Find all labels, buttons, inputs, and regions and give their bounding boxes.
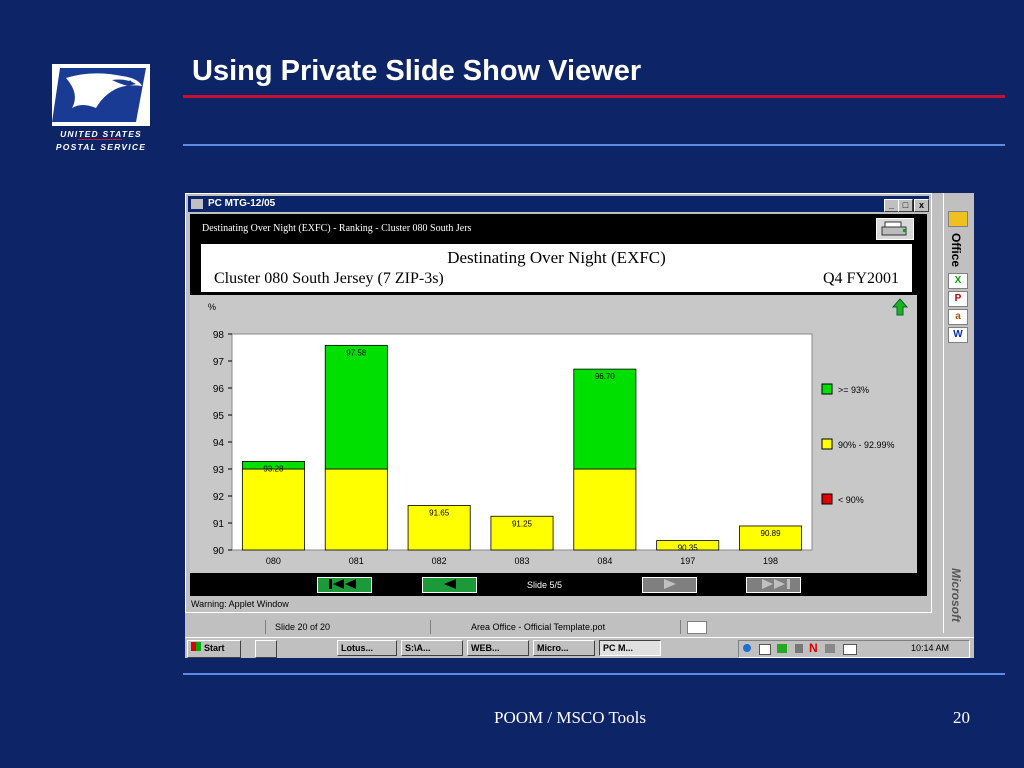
- x-tick-label: 198: [763, 556, 778, 566]
- logo-text-line2: POSTAL SERVICE: [55, 142, 147, 152]
- tray-clock[interactable]: 10:14 AM: [911, 641, 949, 656]
- slide-title: Using Private Slide Show Viewer: [192, 55, 642, 87]
- y-tick-label: 98: [213, 330, 225, 341]
- bar-chart: 90 91 92 93 94 95 96 97 98 93.28 080 97.58 081 91.65 0…: [213, 330, 895, 566]
- first-slide-button[interactable]: [317, 577, 372, 593]
- maximize-button[interactable]: □: [898, 199, 913, 212]
- template-name: Area Office - Official Template.pot: [433, 620, 681, 634]
- slide-counter: Slide 5/5: [527, 580, 563, 590]
- task-microsoft[interactable]: Micro...: [533, 640, 595, 656]
- x-tick-label: 080: [266, 556, 281, 566]
- bar-value-label: 90.35: [678, 544, 699, 553]
- tray-printer-icon[interactable]: [759, 644, 771, 655]
- tray-network-icon[interactable]: [743, 644, 751, 652]
- windows-taskbar: Start Lotus... S:\A... WEB... Micro... P…: [185, 637, 974, 658]
- usps-eagle-logo: [52, 64, 150, 126]
- footer-text: POOM / MSCO Tools: [493, 708, 646, 727]
- powerpoint-status-bar: Slide 20 of 20 Area Office - Official Te…: [185, 620, 932, 634]
- previous-slide-button[interactable]: [422, 577, 477, 593]
- bar-value-label: 97.58: [346, 348, 367, 357]
- title-red-rule: [183, 95, 1005, 98]
- y-tick-label: 92: [213, 492, 225, 503]
- chart-header-cluster: Cluster 080 South Jersey (7 ZIP-3s): [214, 270, 444, 287]
- bar-segment-high: [324, 344, 388, 470]
- status-cell: [185, 620, 266, 634]
- bar-value-label: 91.25: [512, 519, 533, 528]
- windows-logo-icon: [191, 642, 201, 651]
- x-tick-label: 082: [432, 556, 447, 566]
- y-tick-label: 90: [213, 546, 225, 557]
- y-tick-label: 96: [213, 384, 225, 395]
- embedded-screenshot: PC MTG-12/05 _ □ x Destinating Over Nigh…: [185, 193, 974, 658]
- window-app-icon[interactable]: [191, 199, 203, 209]
- tray-monitor-icon[interactable]: [777, 644, 787, 653]
- up-arrow-icon[interactable]: [891, 298, 909, 321]
- applet-subtitle: Destinating Over Night (EXFC) - Ranking …: [202, 223, 472, 234]
- excel-icon[interactable]: X: [948, 273, 968, 289]
- y-tick-label: 93: [213, 465, 225, 476]
- task-web[interactable]: WEB...: [467, 640, 529, 656]
- bar-value-label: 93.28: [263, 464, 284, 473]
- logo-rule: [78, 139, 122, 140]
- next-slide-button[interactable]: [642, 577, 697, 593]
- bar-segment-mid: [241, 468, 305, 551]
- chart-header-title: Destinating Over Night (EXFC): [447, 248, 666, 267]
- applet-status-bar: Warning: Applet Window: [188, 597, 929, 611]
- access-icon[interactable]: a: [948, 309, 968, 325]
- office-logo-icon[interactable]: [948, 211, 968, 227]
- close-button[interactable]: x: [914, 199, 929, 212]
- bar-value-label: 90.89: [761, 529, 782, 538]
- tray-speaker-icon[interactable]: [795, 644, 803, 653]
- system-tray: N 10:14 AM: [738, 640, 970, 658]
- task-explorer[interactable]: S:\A...: [401, 640, 463, 656]
- start-button[interactable]: Start: [187, 640, 241, 658]
- x-tick-label: 197: [680, 556, 695, 566]
- x-tick-label: 083: [514, 556, 529, 566]
- legend-swatch: [821, 493, 833, 505]
- tray-utility-icon[interactable]: [825, 644, 835, 653]
- chart-header-box: Destinating Over Night (EXFC) Cluster 08…: [199, 242, 914, 294]
- y-tick-label: 95: [213, 411, 225, 422]
- y-tick-label: 91: [213, 519, 225, 530]
- y-axis-unit-label: %: [208, 302, 217, 312]
- window-titlebar[interactable]: PC MTG-12/05 _ □ x: [188, 196, 929, 212]
- task-pc-mtg[interactable]: PC M...: [599, 640, 661, 656]
- office-bar-label: Office: [949, 233, 963, 268]
- y-tick-label: 97: [213, 357, 225, 368]
- minimize-button[interactable]: _: [884, 199, 899, 212]
- word-icon[interactable]: W: [948, 327, 968, 343]
- tray-mail-icon[interactable]: [843, 644, 857, 655]
- slide-position: Slide 20 of 20: [267, 620, 431, 634]
- bar-value-label: 96.70: [595, 372, 616, 381]
- chart-header-period: Q4 FY2001: [822, 270, 899, 287]
- page-number: 20: [953, 708, 970, 727]
- show-desktop-icon[interactable]: [255, 640, 277, 658]
- x-tick-label: 081: [349, 556, 364, 566]
- footer-blue-rule: [183, 673, 1005, 675]
- y-tick-label: 94: [213, 438, 225, 449]
- tray-norton-icon[interactable]: N: [809, 641, 818, 656]
- bar-segment-mid: [324, 468, 388, 551]
- printer-icon[interactable]: [876, 218, 914, 240]
- legend-label: 90% - 92.99%: [838, 440, 895, 450]
- legend-swatch: [821, 383, 833, 395]
- legend-label: < 90%: [838, 495, 864, 505]
- spellcheck-icon[interactable]: [687, 621, 707, 634]
- microsoft-brand-label: Microsoft: [949, 568, 963, 622]
- applet-window: PC MTG-12/05 _ □ x Destinating Over Nigh…: [185, 193, 932, 613]
- applet-warning-text: Warning: Applet Window: [191, 599, 289, 609]
- x-tick-label: 084: [597, 556, 612, 566]
- legend-label: >= 93%: [838, 385, 869, 395]
- bar-segment-mid: [573, 468, 637, 551]
- title-blue-rule: [183, 144, 1005, 146]
- logo-text-line1: UNITED STATES: [60, 129, 142, 139]
- last-slide-button[interactable]: [746, 577, 801, 593]
- bar-value-label: 91.65: [429, 508, 450, 517]
- task-lotus[interactable]: Lotus...: [337, 640, 397, 656]
- powerpoint-icon[interactable]: P: [948, 291, 968, 307]
- start-label: Start: [204, 643, 225, 653]
- legend-swatch: [821, 438, 833, 450]
- bar-segment-high: [573, 368, 637, 470]
